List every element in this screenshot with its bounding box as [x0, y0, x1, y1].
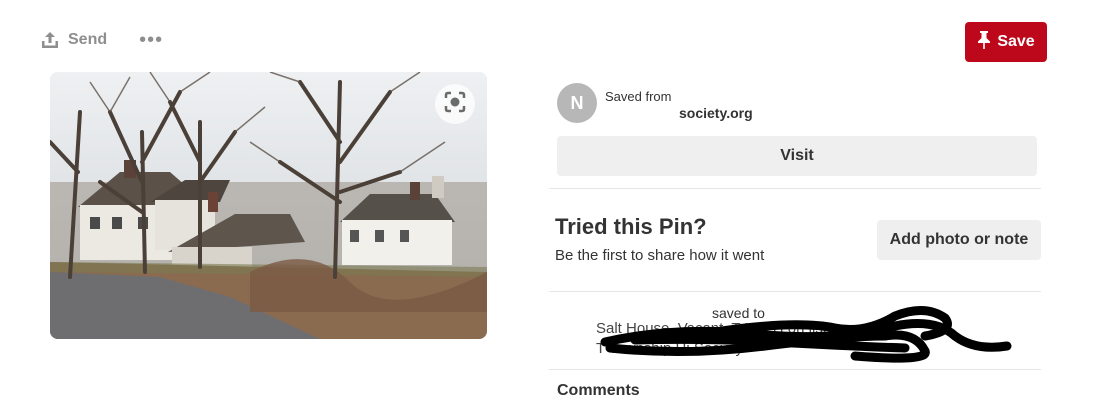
- source-domain-link[interactable]: society.org: [605, 105, 753, 122]
- visit-button[interactable]: Visit: [557, 136, 1037, 176]
- visual-search-button[interactable]: [435, 84, 475, 124]
- save-button[interactable]: Save: [965, 22, 1047, 62]
- upload-icon: [40, 30, 60, 50]
- source-domain-text: society.org: [679, 105, 753, 121]
- send-button[interactable]: Send: [40, 30, 107, 50]
- divider: [549, 369, 1041, 370]
- comments-heading[interactable]: Comments: [557, 382, 640, 400]
- more-options-button[interactable]: •••: [139, 30, 163, 50]
- redaction: [605, 107, 679, 122]
- visual-search-icon: [443, 90, 467, 119]
- divider: [549, 188, 1041, 189]
- add-photo-or-note-button[interactable]: Add photo or note: [877, 220, 1041, 260]
- pin-image[interactable]: [50, 72, 487, 339]
- source-text: Saved from society.org: [605, 89, 753, 122]
- pushpin-icon: [977, 30, 991, 54]
- save-label: Save: [997, 33, 1035, 50]
- divider: [549, 291, 1041, 292]
- send-label: Send: [68, 31, 108, 48]
- tried-subtitle: Be the first to share how it went: [555, 247, 765, 264]
- tried-title: Tried this Pin?: [555, 214, 707, 239]
- redaction-scribble: [600, 306, 1012, 363]
- source-attribution[interactable]: N Saved from society.org: [557, 83, 753, 123]
- pin-toolbar: Send •••: [40, 30, 163, 50]
- saved-from-label: Saved from: [605, 89, 672, 104]
- avatar: N: [557, 83, 597, 123]
